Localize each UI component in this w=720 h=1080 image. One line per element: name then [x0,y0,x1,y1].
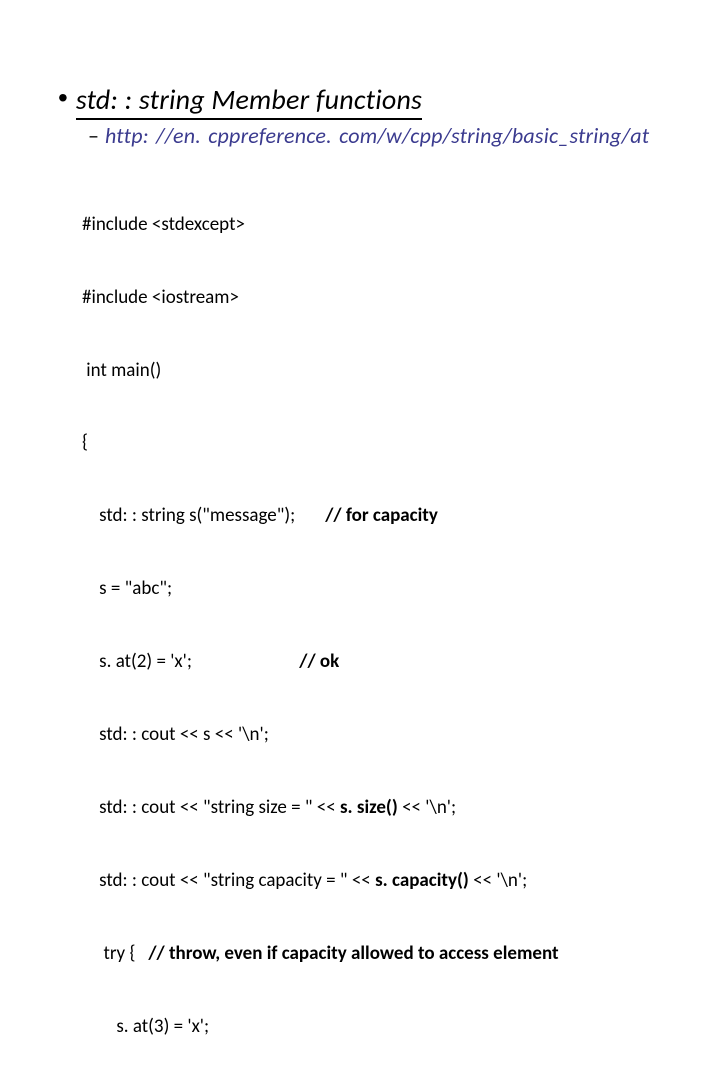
code-line: int main() [82,359,621,383]
code-text: std: : string s("message"); [82,504,325,527]
code-text: try { [82,942,148,965]
code-text: << '\n'; [469,869,527,892]
code-block: #include <stdexcept> #include <iostream>… [82,164,621,1080]
bullet-heading: • std: : string Member functions [58,82,422,120]
code-line: { [82,431,621,455]
reference-link: http: //en. cppreference. com/w/cpp/stri… [105,122,649,149]
bullet-dot-icon: • [58,84,68,112]
code-comment: // ok [299,650,339,673]
code-line: try { // throw, even if capacity allowed… [82,942,621,966]
code-bold: s. size() [340,796,398,819]
code-line: std: : cout << s << '\n'; [82,723,621,747]
code-line: s. at(2) = 'x'; // ok [82,650,621,674]
heading-text: std: : string Member functions [76,82,422,120]
code-line: s. at(3) = 'x'; [82,1015,621,1039]
code-comment: // throw, even if capacity allowed to ac… [148,942,558,965]
code-line: #include <iostream> [82,286,621,310]
code-text: s. at(2) = 'x'; [82,650,299,673]
code-text: << '\n'; [398,796,456,819]
code-comment: // for capacity [325,504,438,527]
code-line: #include <stdexcept> [82,213,621,237]
sub-bullet: – http: //en. cppreference. com/w/cpp/st… [88,122,649,149]
dash-icon: – [88,122,99,149]
code-text: std: : cout << "string size = " << [82,796,340,819]
slide: • std: : string Member functions – http:… [0,0,720,540]
code-line: std: : string s("message"); // for capac… [82,504,621,528]
code-text: std: : cout << "string capacity = " << [82,869,375,892]
code-line: std: : cout << "string capacity = " << s… [82,869,621,893]
code-bold: s. capacity() [375,869,469,892]
code-line: s = "abc"; [82,577,621,601]
code-line: std: : cout << "string size = " << s. si… [82,796,621,820]
